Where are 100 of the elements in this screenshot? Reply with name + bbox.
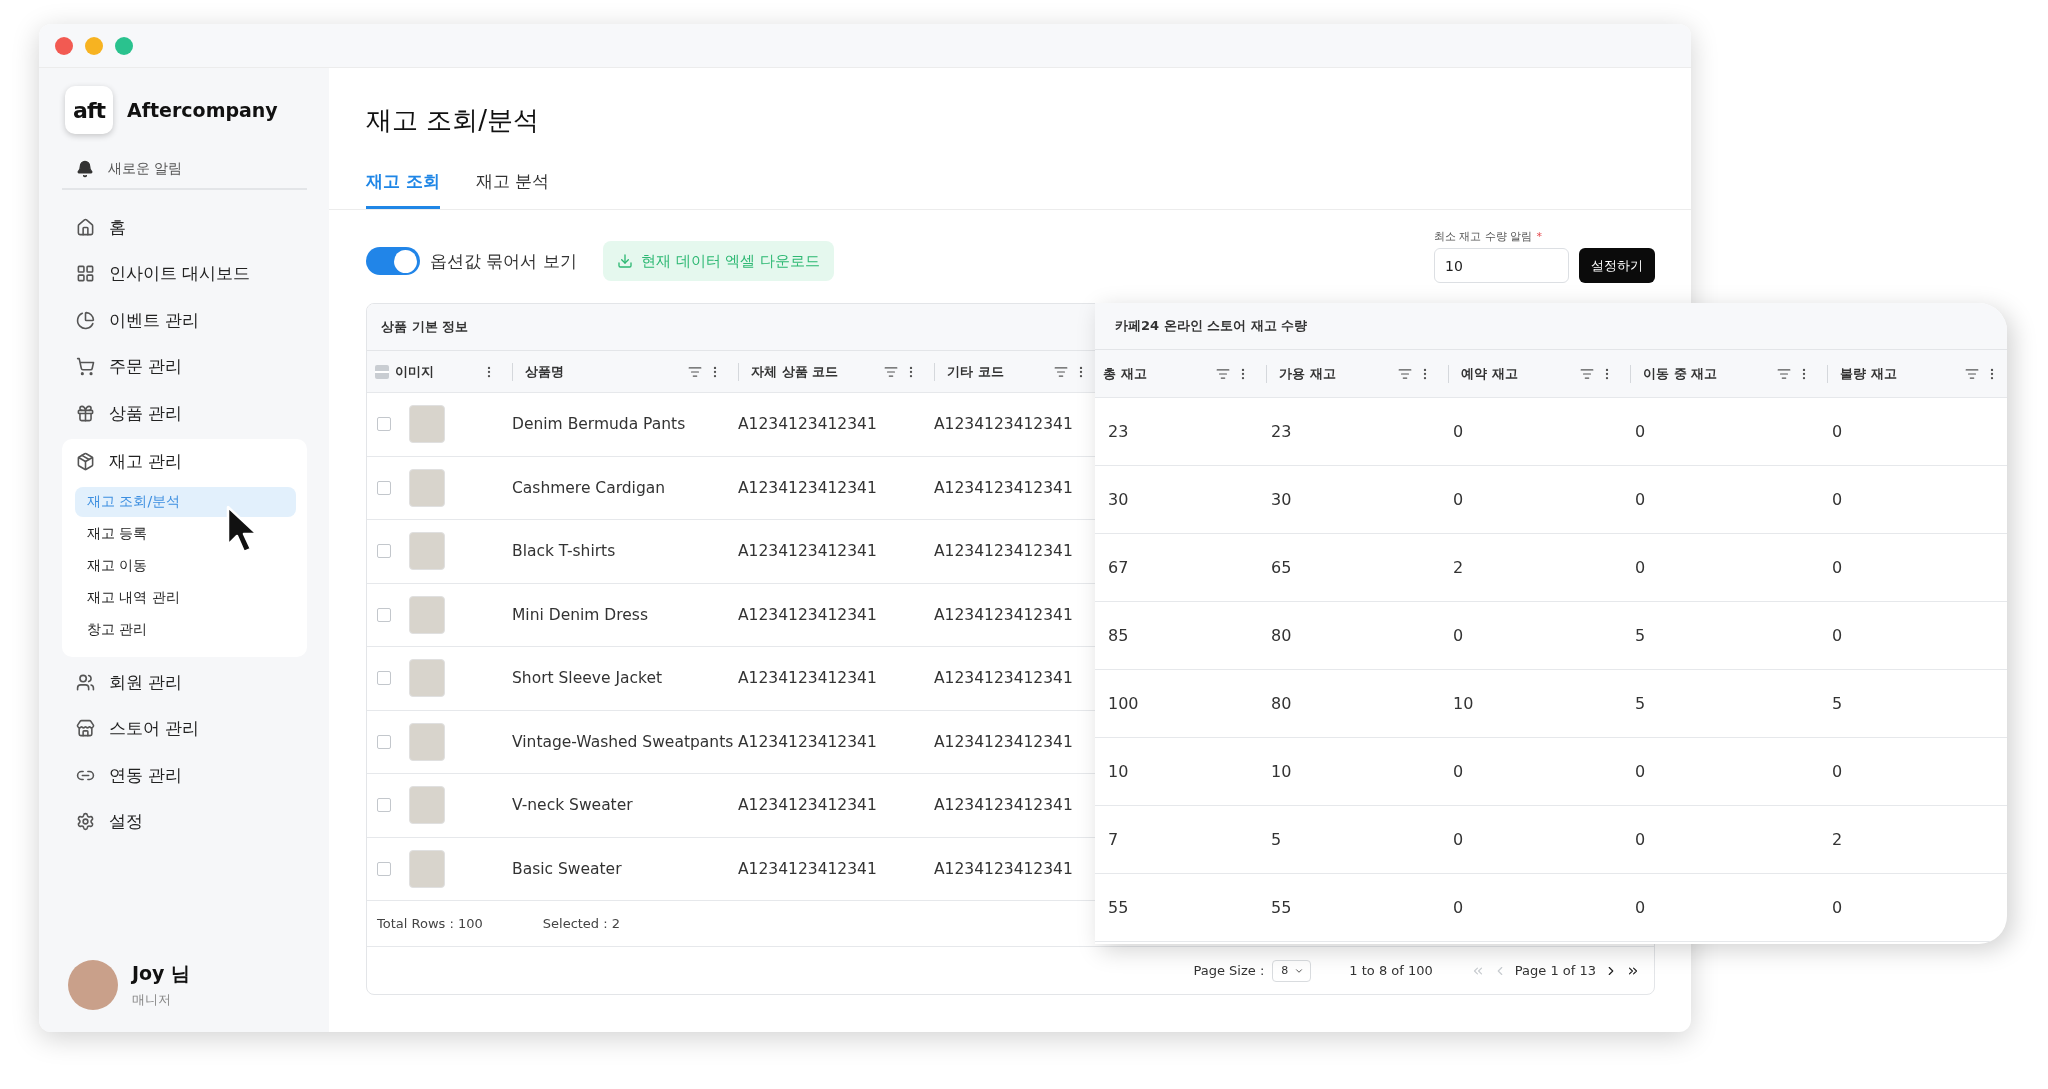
column-header[interactable]: 이동 중 재고: [1643, 364, 1771, 383]
filter-icon[interactable]: [1777, 366, 1791, 381]
row-checkbox[interactable]: [377, 861, 391, 876]
table-cell: 23: [1108, 422, 1129, 441]
row-checkbox[interactable]: [377, 417, 391, 432]
filter-icon[interactable]: [1398, 366, 1412, 381]
table-cell: 55: [1271, 898, 1292, 917]
column-header[interactable]: 자체 상품 코드: [751, 362, 878, 381]
column-header[interactable]: 상품명: [525, 362, 682, 381]
page-size-select[interactable]: 8: [1272, 959, 1312, 982]
table-cell: 55: [1108, 898, 1129, 917]
table-cell: 0: [1832, 490, 1843, 509]
table-cell: A1234123412341: [934, 732, 1073, 751]
column-header[interactable]: 예약 재고: [1461, 364, 1574, 383]
row-checkbox[interactable]: [377, 734, 391, 749]
minimize-dot-icon[interactable]: [85, 36, 103, 55]
menu-item[interactable]: 주문 관리: [62, 343, 307, 390]
table-cell: A1234123412341: [934, 415, 1073, 434]
table-cell: A1234123412341: [738, 859, 877, 878]
table-cell: 0: [1453, 830, 1464, 849]
column-header[interactable]: 불량 재고: [1840, 364, 1959, 383]
table-cell: 30: [1271, 490, 1292, 509]
submenu-item[interactable]: 재고 내역 관리: [75, 583, 296, 613]
table-cell: Vintage-Washed Sweatpants: [512, 732, 734, 751]
menu-item[interactable]: 홈: [62, 204, 307, 251]
table-cell: 10: [1108, 762, 1129, 781]
table-cell: 23: [1271, 422, 1292, 441]
selected-count-text: Selected : 2: [542, 916, 621, 931]
menu-item[interactable]: 연동 관리: [62, 752, 307, 799]
row-checkbox[interactable]: [377, 798, 391, 813]
column-header[interactable]: 가용 재고: [1279, 364, 1392, 383]
table-cell: 100: [1108, 694, 1139, 713]
brand-name: Aftercompany: [127, 99, 278, 121]
select-all-checkbox[interactable]: [375, 364, 389, 379]
menu-item[interactable]: 상품 관리: [62, 390, 307, 437]
row-checkbox[interactable]: [377, 671, 391, 686]
users-icon: [76, 672, 95, 692]
filter-icon[interactable]: [688, 364, 702, 379]
close-dot-icon[interactable]: [55, 36, 73, 55]
table-cell: A1234123412341: [738, 605, 877, 624]
column-header[interactable]: 이미지: [395, 362, 476, 381]
table-cell: A1234123412341: [738, 415, 877, 434]
avatar[interactable]: [68, 960, 118, 1010]
table-cell: 0: [1832, 626, 1843, 645]
table-cell: 10: [1271, 762, 1292, 781]
group-title: 상품 기본 정보: [381, 318, 469, 336]
menu-item[interactable]: 인사이트 대시보드: [62, 250, 307, 297]
user-name: Joy 님: [132, 961, 191, 986]
table-cell: Cashmere Cardigan: [512, 478, 666, 497]
set-button[interactable]: 설정하기: [1579, 248, 1655, 283]
table-cell: Denim Bermuda Pants: [512, 415, 686, 434]
brand-logo: aft: [65, 86, 113, 134]
table-cell: 2: [1832, 830, 1843, 849]
table-cell: 7: [1108, 830, 1119, 849]
table-cell: A1234123412341: [738, 478, 877, 497]
menu-item[interactable]: 재고 관리: [62, 438, 307, 485]
menu-item[interactable]: 설정: [62, 798, 307, 845]
maximize-dot-icon[interactable]: [115, 36, 133, 55]
menu-item[interactable]: 이벤트 관리: [62, 297, 307, 344]
notifications-link[interactable]: 새로운 알림: [108, 160, 183, 178]
home-icon: [76, 217, 95, 237]
tab[interactable]: 재고 분석: [475, 168, 550, 209]
column-header[interactable]: 총 재고: [1103, 364, 1210, 383]
min-stock-input[interactable]: 10: [1434, 248, 1569, 283]
table-cell: 0: [1635, 558, 1646, 577]
photo-placeholder: [409, 468, 445, 507]
table-cell: 0: [1453, 422, 1464, 441]
page-indicator: Page 1 of 13: [1514, 963, 1596, 978]
filter-icon[interactable]: [1965, 366, 1979, 381]
row-checkbox[interactable]: [377, 544, 391, 559]
menu-item[interactable]: 스토어 관리: [62, 705, 307, 752]
filter-icon[interactable]: [1580, 366, 1594, 381]
toggle-label: 옵션값 묶어서 보기: [430, 249, 577, 273]
table-cell: 0: [1635, 898, 1646, 917]
row-checkbox[interactable]: [377, 607, 391, 622]
filter-icon[interactable]: [1216, 366, 1230, 381]
table-cell: V-neck Sweater: [512, 796, 633, 815]
total-rows-text: Total Rows : 100: [377, 916, 483, 931]
filter-icon[interactable]: [884, 364, 898, 379]
table-cell: A1234123412341: [738, 669, 877, 688]
submenu-item[interactable]: 창고 관리: [75, 615, 296, 645]
table-cell: 30: [1108, 490, 1129, 509]
submenu-item[interactable]: 재고 이동: [75, 551, 296, 581]
filter-icon[interactable]: [1054, 364, 1068, 379]
submenu-item[interactable]: 재고 등록: [75, 519, 296, 549]
table-cell: 5: [1635, 626, 1646, 645]
bell-icon[interactable]: [76, 160, 94, 178]
table-cell: A1234123412341: [934, 542, 1073, 561]
page-title: 재고 조회/분석: [365, 104, 541, 137]
tab[interactable]: 재고 조회: [366, 168, 440, 209]
toggle-switch[interactable]: [366, 247, 420, 275]
menu-item[interactable]: 회원 관리: [62, 659, 307, 706]
table-cell: 0: [1453, 898, 1464, 917]
gift-icon: [76, 403, 95, 423]
column-header[interactable]: 기타 코드: [947, 362, 1048, 381]
table-cell: 10: [1453, 694, 1474, 713]
user-role: 매니저: [132, 991, 172, 1009]
row-checkbox[interactable]: [377, 480, 391, 495]
table-cell: A1234123412341: [738, 796, 877, 815]
grid-icon: [76, 264, 95, 284]
